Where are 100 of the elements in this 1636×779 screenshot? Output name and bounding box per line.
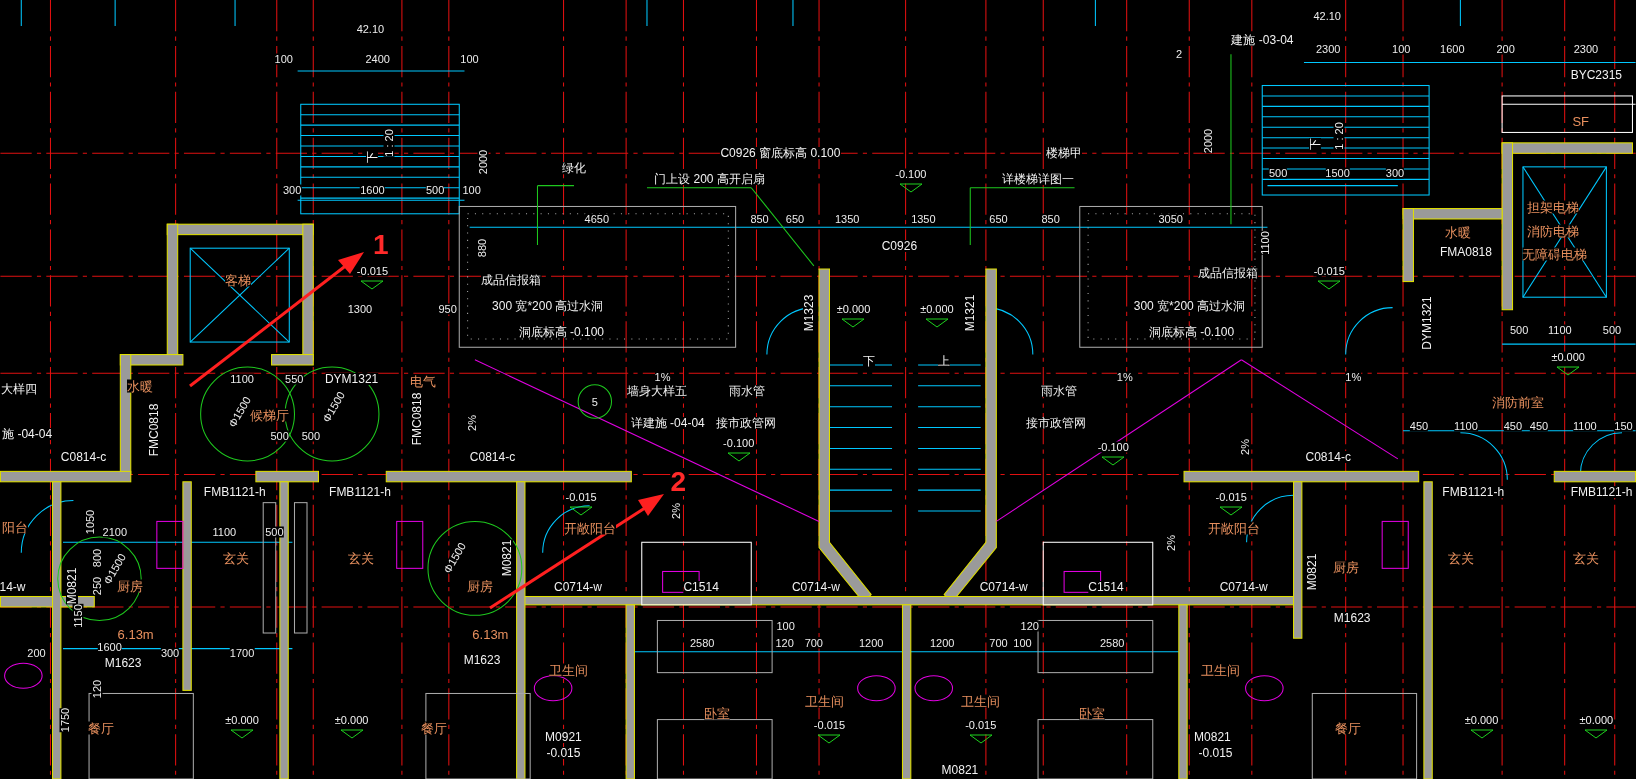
dimension-text: 2580: [689, 637, 715, 649]
annotation-text: 门上设 200 高开启扇: [654, 173, 765, 186]
dimension-text: 42.10: [1313, 10, 1341, 22]
dimension-text: 1 : 20: [383, 129, 395, 157]
room-label: 6.13m: [472, 627, 509, 641]
room-label: 玄关: [1447, 551, 1474, 565]
dimension-text: 650: [785, 213, 805, 225]
room-label: 候梯厅: [249, 408, 289, 422]
annotation-text: 雨水管: [1041, 385, 1077, 398]
annotation-text: 洞底标高 -0.100: [518, 325, 604, 338]
callout-number: 2: [670, 468, 686, 497]
door-window-code: C1514: [1088, 581, 1124, 594]
door-window-code: C0814-c: [1305, 451, 1351, 463]
dimension-text: 500: [301, 430, 321, 442]
dimension-text: 1600: [360, 184, 385, 196]
elevation-text: -0.100: [895, 168, 927, 180]
dimension-text: 300: [1385, 167, 1405, 179]
door-window-code: M1323: [802, 294, 815, 332]
dimension-text: 2%: [1239, 438, 1251, 455]
door-window-code: M0821: [501, 539, 514, 577]
dimension-text: 500: [425, 184, 445, 196]
door-window-code: FMA0818: [1439, 246, 1492, 259]
annotation-text: 成品信报箱: [481, 273, 542, 286]
room-label: 餐厅: [88, 721, 115, 735]
dimension-text: 100: [776, 620, 795, 632]
annotation-text: 雨水管: [729, 385, 766, 398]
dimension-text: 300: [160, 647, 180, 659]
room-label: 阳台: [1, 520, 28, 534]
elevation-text: -0.015: [1215, 491, 1247, 503]
annotation-text: 300 宽*200 高过水洞: [492, 299, 604, 312]
room-label: 卫生间: [961, 694, 1001, 708]
dimension-text: 1600: [97, 641, 122, 653]
elevation-text: ±0.000: [1551, 351, 1585, 363]
dimension-text: 5: [591, 396, 598, 408]
dimension-text: 1100: [1454, 420, 1478, 432]
elevation-mark-icon: [1317, 280, 1342, 291]
dimension-text: 700: [804, 637, 823, 649]
annotation-text: 下: [366, 150, 379, 163]
dimension-text: 300: [282, 184, 302, 196]
dimension-text: 1600: [1440, 43, 1465, 55]
dimension-text: 1350: [911, 213, 936, 225]
elevation-mark-icon: [1101, 455, 1126, 466]
door-window-code: 14-w: [0, 581, 26, 594]
dimension-text: 2%: [670, 503, 682, 520]
elevation-mark-icon: [817, 734, 842, 745]
room-label: 消防电梯: [1526, 224, 1579, 238]
dimension-text: 100: [462, 184, 481, 196]
annotation-text: 下: [863, 355, 876, 367]
dimension-text: 1%: [1345, 371, 1362, 383]
room-label: 卧室: [1079, 706, 1106, 720]
room-label: 玄关: [222, 551, 249, 565]
dimension-text: 1%: [1116, 371, 1133, 383]
room-label: 水暖: [126, 379, 153, 393]
dimension-text: 1750: [59, 707, 71, 733]
dimension-text: 1100: [1548, 324, 1572, 336]
dimension-text: 250: [91, 577, 103, 596]
dimension-text: 850: [1041, 213, 1060, 225]
room-label: 卧室: [703, 706, 730, 720]
elevation-mark-icon: [1219, 505, 1244, 516]
dimension-text: 1100: [230, 373, 254, 385]
dimension-text: 200: [1496, 43, 1515, 55]
dimension-text: 650: [989, 213, 1008, 225]
door-window-code: FMC0818: [411, 393, 424, 446]
door-window-code: -0.015: [1198, 747, 1233, 760]
dimension-text: 1050: [84, 509, 96, 534]
dimension-text: 1200: [858, 637, 884, 649]
door-window-code: FMB1121-h: [203, 486, 266, 499]
dimension-text: 1500: [1325, 167, 1350, 179]
dimension-text: 1100: [212, 526, 237, 538]
room-label: 卫生间: [549, 663, 589, 677]
room-label: SF: [1572, 114, 1589, 128]
room-label: 客梯: [224, 273, 251, 287]
elevation-mark-icon: [569, 505, 594, 516]
dimension-text: 3050: [1158, 213, 1183, 225]
dimension-text: 800: [91, 549, 103, 568]
door-window-code: C1514: [683, 581, 719, 594]
room-label: 消防前室: [1492, 395, 1545, 409]
door-window-code: C0714-w: [979, 581, 1028, 594]
door-window-code: C0714-w: [791, 581, 840, 594]
dimension-text: 700: [989, 637, 1008, 649]
annotation-text: 详楼梯详图一: [1002, 173, 1075, 186]
dimension-text: 500: [1602, 324, 1622, 336]
elevation-mark-icon: [1584, 728, 1609, 739]
elevation-mark-icon: [841, 317, 866, 328]
door-window-code: M0821: [1305, 553, 1318, 591]
elevation-mark-icon: [339, 728, 364, 739]
dimension-text: 500: [270, 430, 289, 442]
annotation-text: 洞底标高 -0.100: [1148, 325, 1235, 338]
annotation-text: 接市政管网: [716, 416, 776, 429]
door-window-code: M0821: [66, 568, 78, 605]
elevation-text: -0.015: [813, 719, 846, 731]
door-window-code: M0821: [941, 764, 979, 776]
dimension-text: 1100: [1259, 231, 1271, 255]
door-window-code: C0814-c: [60, 451, 107, 463]
annotation-text: 接市政管网: [1025, 416, 1086, 429]
dimension-text: 2000: [477, 149, 489, 174]
dimension-text: 1700: [229, 647, 255, 659]
door-window-code: C0714-w: [1219, 581, 1268, 594]
door-window-code: DYM1321: [324, 372, 379, 385]
door-window-code: C0714-w: [554, 581, 603, 594]
